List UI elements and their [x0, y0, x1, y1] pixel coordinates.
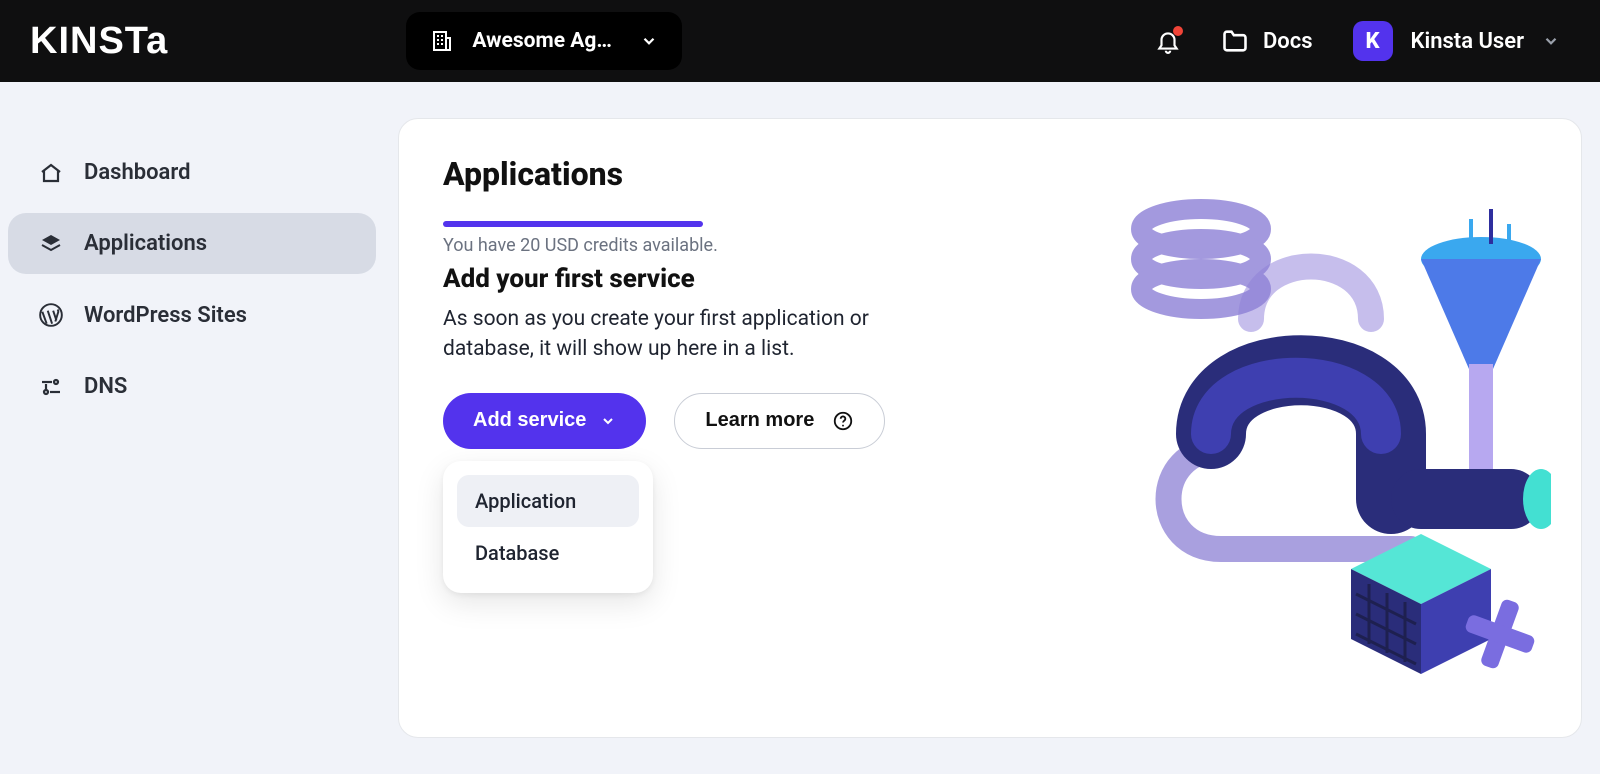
home-icon [38, 161, 64, 185]
sidebar-item-applications[interactable]: Applications [8, 213, 376, 274]
wordpress-icon [38, 302, 64, 328]
dns-icon [38, 375, 64, 399]
docs-label: Docs [1263, 29, 1313, 54]
notifications-button[interactable] [1155, 28, 1181, 54]
applications-card: Applications You have 20 USD credits ava… [398, 118, 1582, 738]
add-service-button[interactable]: Add service [443, 393, 646, 449]
sidebar: Dashboard Applications WordPress Sites [0, 82, 398, 774]
sidebar-item-wordpress[interactable]: WordPress Sites [8, 284, 376, 346]
chevron-down-icon [1542, 32, 1560, 50]
user-menu[interactable]: K Kinsta User [1353, 21, 1560, 61]
sidebar-item-label: Applications [84, 231, 207, 256]
user-name: Kinsta User [1411, 29, 1524, 54]
help-icon [832, 410, 854, 432]
avatar-initial: K [1366, 29, 1380, 54]
menu-item-label: Database [475, 541, 559, 565]
chevron-down-icon [600, 413, 616, 429]
building-icon [430, 29, 454, 53]
empty-state-illustration [1091, 189, 1551, 689]
sidebar-item-label: WordPress Sites [84, 303, 247, 328]
company-switcher-label: Awesome Age… [472, 29, 622, 53]
add-service-menu-database[interactable]: Database [457, 527, 639, 579]
sidebar-item-dashboard[interactable]: Dashboard [8, 142, 376, 203]
empty-state-description: As soon as you create your first applica… [443, 304, 883, 365]
chevron-down-icon [640, 32, 658, 50]
docs-link[interactable]: Docs [1221, 27, 1313, 55]
notification-dot [1173, 26, 1183, 36]
company-switcher[interactable]: Awesome Age… [406, 12, 682, 70]
sidebar-item-label: Dashboard [84, 160, 190, 185]
folder-icon [1221, 27, 1249, 55]
brand-logo[interactable]: KINSTa [30, 20, 168, 63]
brand-text: KINSTa [30, 20, 168, 63]
avatar: K [1353, 21, 1393, 61]
add-service-menu: Application Database [443, 461, 653, 593]
layers-icon [38, 232, 64, 256]
credits-progress-bar [443, 221, 703, 227]
page-title: Applications [443, 155, 1537, 193]
sidebar-item-dns[interactable]: DNS [8, 356, 376, 417]
add-service-menu-application[interactable]: Application [457, 475, 639, 527]
learn-more-label: Learn more [705, 409, 814, 432]
learn-more-button[interactable]: Learn more [674, 393, 885, 449]
add-service-label: Add service [473, 409, 586, 432]
sidebar-item-label: DNS [84, 374, 127, 399]
menu-item-label: Application [475, 489, 576, 513]
